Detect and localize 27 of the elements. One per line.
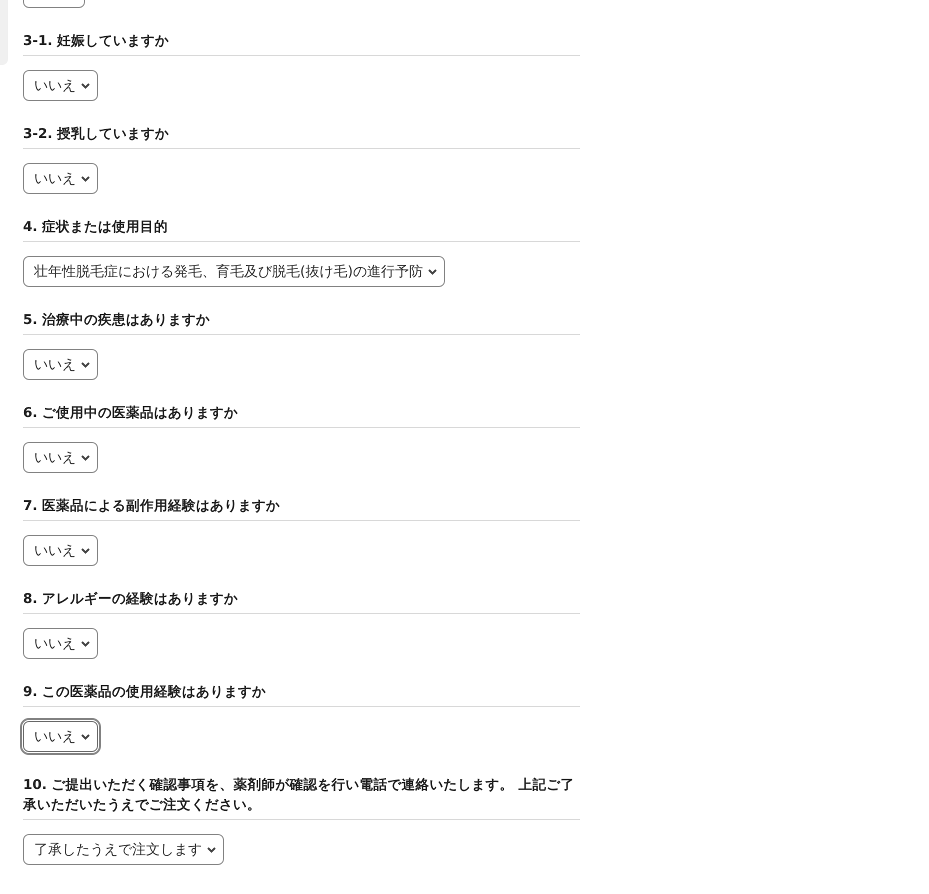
chevron-down-icon (81, 82, 90, 88)
answer-select[interactable]: いいえ (23, 70, 98, 101)
question-label: 3-2. 授乳していますか (23, 125, 170, 144)
answer-select[interactable]: いいえ (23, 628, 98, 659)
chevron-down-icon (81, 454, 90, 460)
question-label: 8. アレルギーの経験はありますか (23, 590, 240, 609)
chevron-down-icon (207, 846, 216, 852)
answer-select[interactable]: いいえ (23, 442, 98, 473)
answer-select[interactable]: いいえ (23, 163, 98, 194)
question-label: 5. 治療中の疾患はありますか (23, 311, 212, 330)
question-label: 9. この医薬品の使用経験はありますか (23, 683, 268, 702)
question-label: 6. ご使用中の医薬品はありますか (23, 404, 240, 423)
chevron-down-icon (81, 362, 90, 368)
question-label: 10. ご提出いただく確認事項を、薬剤師が確認を行い電話で連絡いたします。 上記ご了承いただいたうえでご注文ください。 (23, 776, 576, 815)
chevron-down-icon (81, 640, 90, 646)
answer-select[interactable]: 壮年性脱毛症における発毛、育毛及び脱毛(抜け毛)の進行予防 (23, 256, 445, 287)
answer-select[interactable]: いいえ (23, 721, 98, 752)
question-label: 3-1. 妊娠していますか (23, 32, 170, 51)
answer-select[interactable]: 了承したうえで注文します (23, 834, 224, 865)
answer-select[interactable]: いいえ (23, 349, 98, 380)
chevron-down-icon (428, 268, 437, 274)
question-label: 7. 医薬品による副作用経験はありますか (23, 497, 282, 516)
answer-select[interactable]: いいえ (23, 535, 98, 566)
chevron-down-icon (81, 548, 90, 554)
chevron-down-icon (81, 734, 90, 740)
question-label: 4. 症状または使用目的 (23, 218, 170, 237)
chevron-down-icon (81, 176, 90, 182)
